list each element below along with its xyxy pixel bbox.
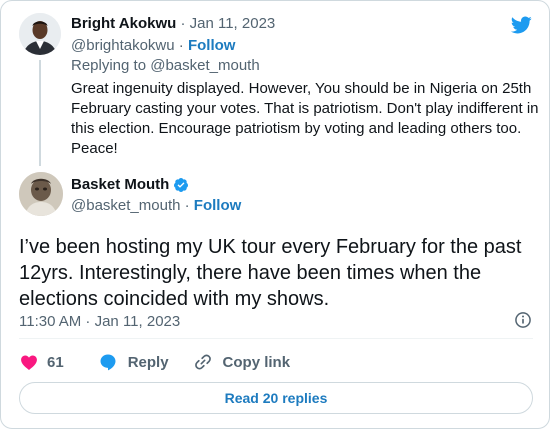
info-icon[interactable] bbox=[513, 310, 533, 330]
reply-header: Bright Akokwu · Jan 11, 2023 bbox=[71, 15, 275, 32]
tweet-timestamp[interactable]: 11:30 AM · Jan 11, 2023 bbox=[19, 313, 180, 330]
tweet-author-name[interactable]: Basket Mouth bbox=[71, 176, 169, 193]
tweet-text: I’ve been hosting my UK tour every Febru… bbox=[19, 236, 522, 310]
copy-link-label: Copy link bbox=[222, 353, 291, 371]
reply-handle-separator: · bbox=[178, 37, 184, 54]
actions-divider bbox=[19, 338, 533, 339]
avatar-image bbox=[19, 172, 63, 216]
reply-tweet-text: Great ingenuity displayed. However, You … bbox=[71, 80, 539, 157]
avatar-image bbox=[19, 13, 61, 55]
tweet-header: Basket Mouth bbox=[71, 176, 189, 193]
replying-to-line: Replying to @basket_mouth bbox=[71, 57, 260, 74]
reply-handle-row: @brightakokwu · Follow bbox=[71, 37, 235, 54]
tweet-actions-bar: 61 Reply Copy link bbox=[19, 350, 290, 374]
like-count: 61 bbox=[47, 353, 64, 371]
heart-icon bbox=[21, 355, 37, 370]
reply-separator: · bbox=[180, 15, 186, 32]
replying-to-handle[interactable]: @basket_mouth bbox=[150, 57, 259, 74]
tweet-author-handle[interactable]: @basket_mouth bbox=[71, 197, 180, 214]
verified-badge-icon bbox=[174, 177, 189, 192]
thread-connector-line bbox=[39, 60, 41, 166]
reply-label: Reply bbox=[127, 353, 169, 371]
follow-tweet-author-button[interactable]: Follow bbox=[194, 197, 242, 214]
reply-author-handle[interactable]: @brightakokwu bbox=[71, 37, 175, 54]
follow-reply-author-button[interactable]: Follow bbox=[188, 37, 236, 54]
tweet-handle-row: @basket_mouth · Follow bbox=[71, 197, 241, 214]
avatar-bright-akokwu[interactable] bbox=[19, 13, 61, 55]
like-button[interactable]: 61 bbox=[19, 352, 64, 372]
read-replies-button[interactable]: Read 20 replies bbox=[19, 382, 533, 414]
replying-to-prefix: Replying to bbox=[71, 57, 151, 74]
twitter-bird-icon[interactable] bbox=[509, 14, 533, 36]
avatar-basket-mouth[interactable] bbox=[19, 172, 63, 216]
tweet-handle-separator: · bbox=[184, 197, 190, 214]
tweet-embed-card: Bright Akokwu · Jan 11, 2023 @brightakok… bbox=[0, 0, 550, 429]
reply-date[interactable]: Jan 11, 2023 bbox=[190, 15, 276, 32]
link-icon bbox=[194, 354, 211, 370]
reply-button[interactable]: Reply bbox=[98, 352, 169, 372]
copy-link-button[interactable]: Copy link bbox=[193, 352, 291, 372]
speech-bubble-icon bbox=[100, 354, 116, 371]
reply-author-name[interactable]: Bright Akokwu bbox=[71, 15, 176, 32]
